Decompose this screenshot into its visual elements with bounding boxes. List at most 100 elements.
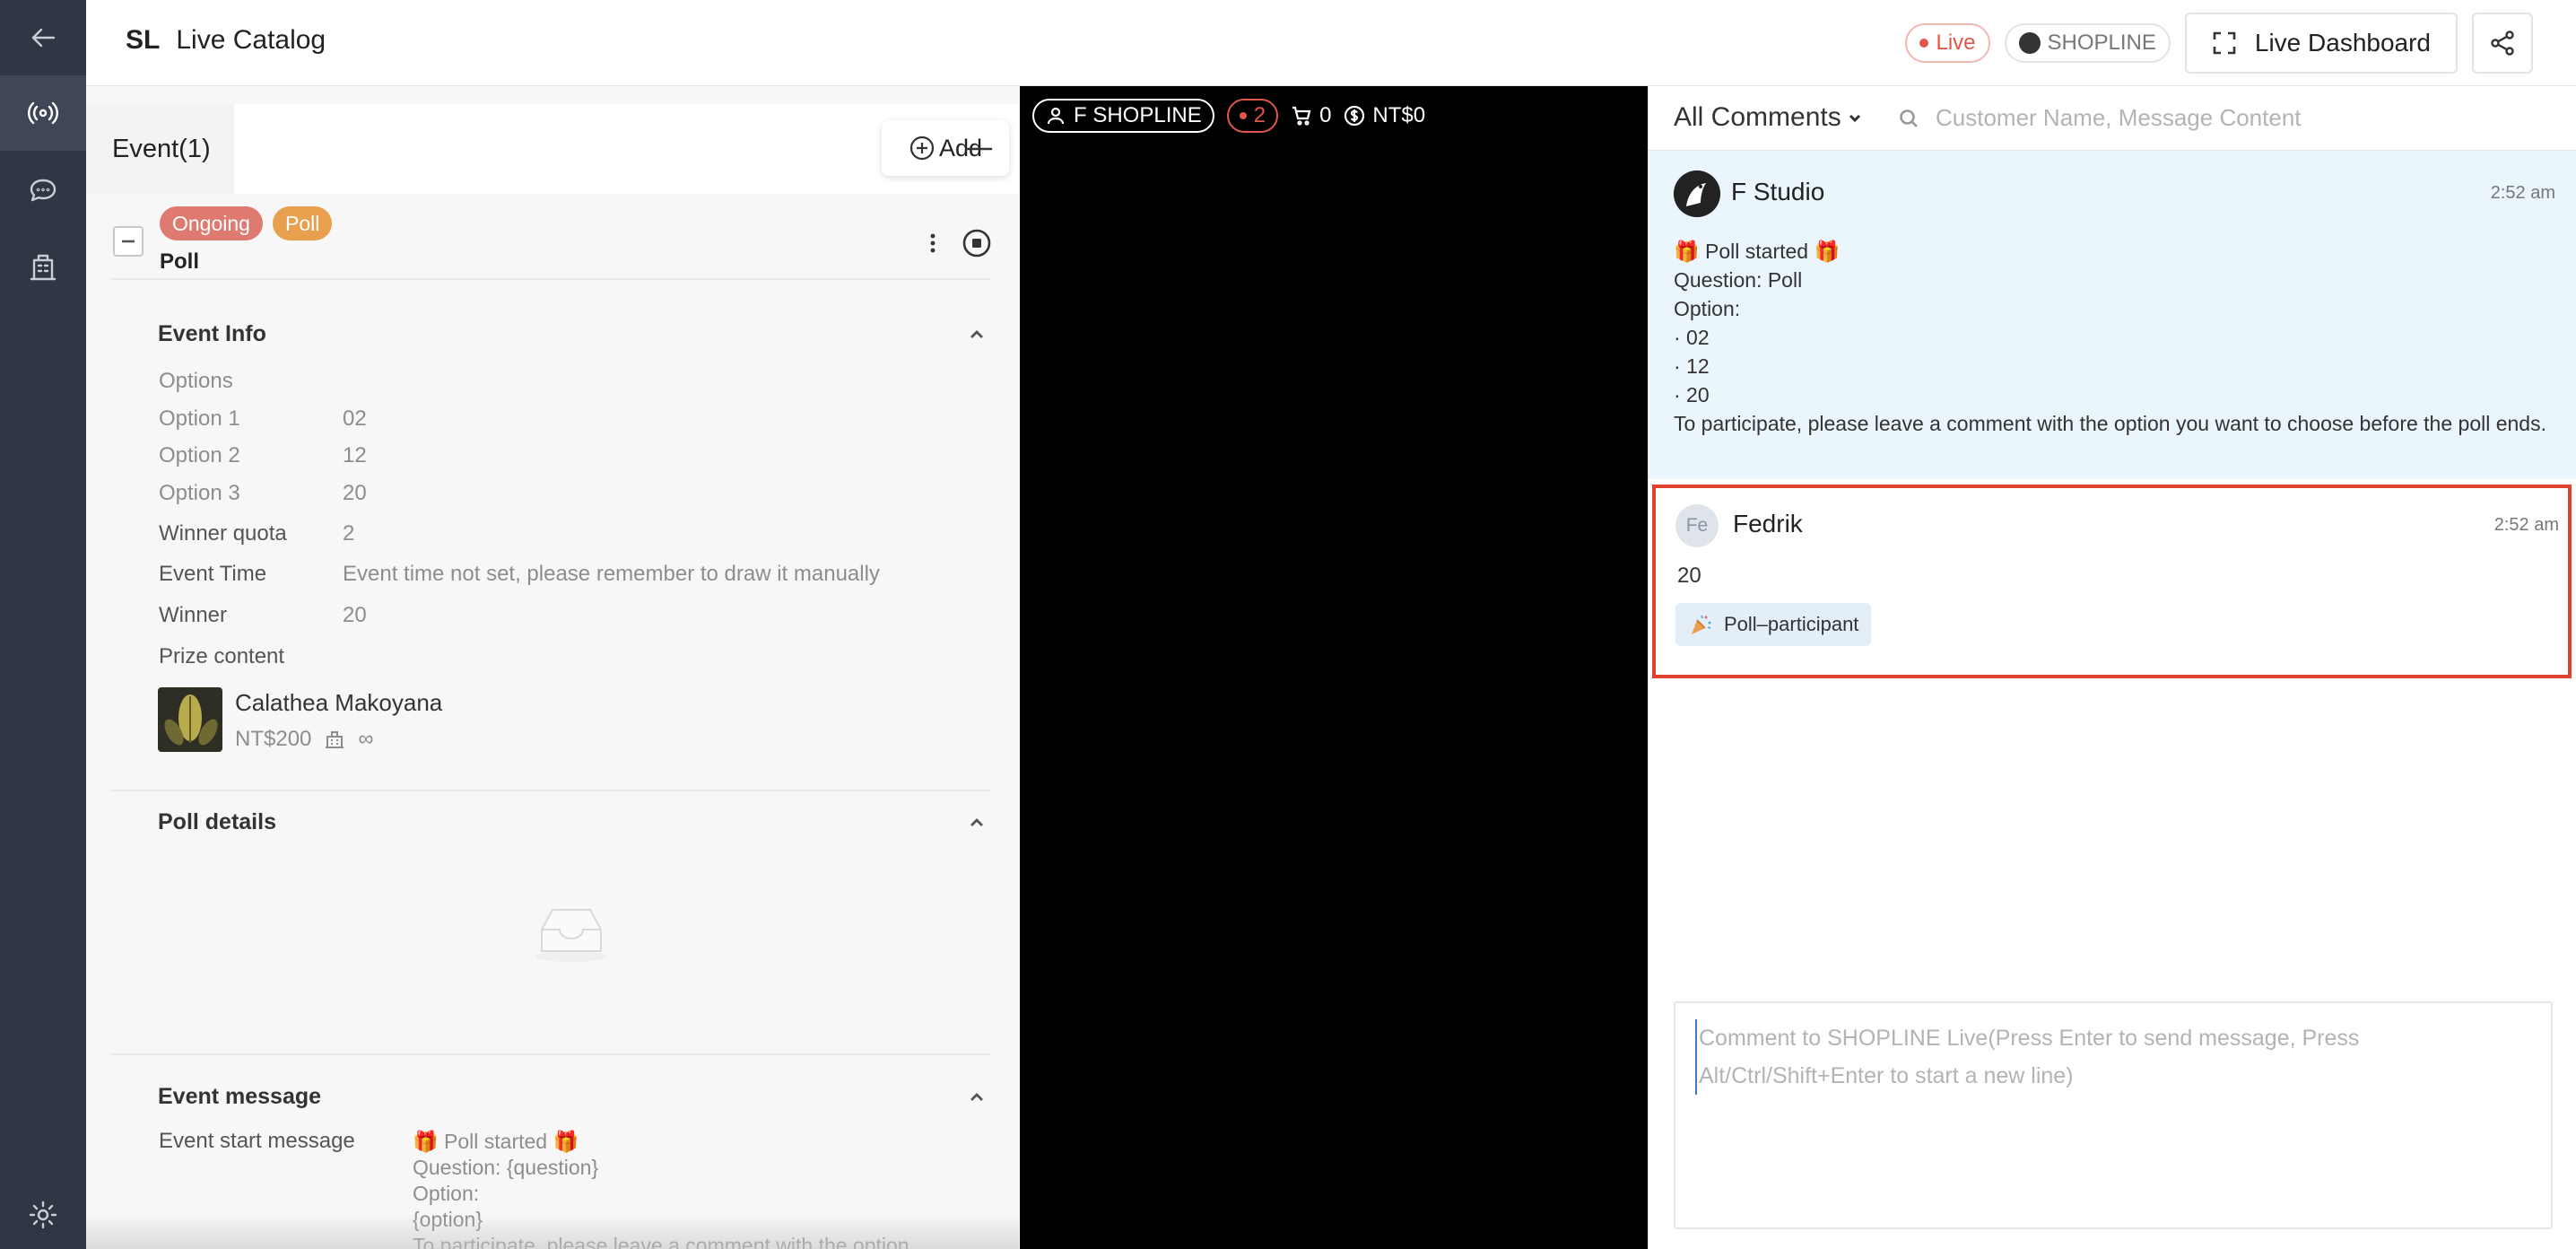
poll-participant-badge: Poll–participant — [1675, 603, 1872, 646]
winner-value: 20 — [343, 603, 367, 627]
chevron-up-icon — [970, 330, 983, 338]
user-icon — [1047, 107, 1065, 125]
live-dashboard-label: Live Dashboard — [2254, 29, 2431, 57]
event-message-toggle[interactable] — [965, 1086, 988, 1109]
comment-item-highlighted[interactable]: Fe Fedrik 2:52 am 20 Poll–participant — [1652, 485, 2572, 678]
party-popper-icon — [1692, 615, 1711, 634]
event-time-value: Event time not set, please remember to d… — [343, 562, 880, 586]
minus-icon — [966, 147, 993, 151]
comment-search-input[interactable]: Customer Name, Message Content — [1936, 104, 2302, 132]
comment-author: Fedrik — [1733, 510, 1803, 537]
search-icon — [1900, 109, 1918, 127]
comment-time: 2:52 am — [2490, 183, 2555, 203]
nav-store[interactable] — [0, 230, 86, 305]
sales-total: NT$0 — [1344, 103, 1425, 128]
plant-leaf-icon — [164, 694, 218, 746]
chat-bubble-icon — [30, 179, 57, 202]
event-info-toggle[interactable] — [965, 323, 988, 346]
host-name: F SHOPLINE — [1074, 103, 1202, 127]
expand-icon — [2213, 31, 2236, 55]
section-divider — [111, 1053, 990, 1055]
top-bar: SL Live Catalog Live SHOPLINE Live Dashbo… — [86, 0, 2576, 86]
event-tab[interactable]: Event(1) — [86, 104, 234, 194]
winner-quota-label: Winner quota — [159, 521, 287, 546]
event-panel: Event(1) Add Ongoing Poll Poll Event Inf… — [86, 104, 1019, 1249]
comments-header: All Comments Customer Name, Message Cont… — [1649, 86, 2576, 151]
store-icon — [30, 254, 57, 281]
viewer-count: 2 — [1253, 103, 1266, 127]
event-info-title: Event Info — [158, 321, 266, 346]
live-dot-icon — [1919, 39, 1929, 48]
platform-badge: SHOPLINE — [2004, 23, 2171, 63]
option-3-value: 20 — [343, 481, 367, 505]
prize-price: NT$200 — [235, 727, 312, 751]
cart-icon — [1292, 106, 1311, 126]
winner-quota-value: 2 — [343, 521, 355, 546]
option-3-label: Option 3 — [159, 481, 240, 505]
prize-name: Calathea Makoyana — [235, 689, 443, 716]
live-status-label: Live — [1936, 31, 1976, 55]
brand-avatar-icon — [1674, 170, 1720, 217]
comment-item[interactable]: F Studio 2:52 am 🎁 Poll started 🎁 Questi… — [1649, 151, 2576, 479]
prize-meta: NT$200 ∞ — [235, 727, 374, 752]
options-label: Options — [159, 369, 233, 393]
event-panel-header: Add — [234, 104, 1019, 194]
collapse-event-button[interactable] — [113, 226, 144, 257]
scroll-fade — [86, 1213, 1019, 1249]
viewer-count-badge: 2 — [1226, 99, 1279, 133]
gear-icon — [29, 1201, 57, 1229]
page-title: SL Live Catalog — [126, 25, 326, 56]
comment-text: 20 — [1677, 563, 1701, 588]
viewer-dot-icon — [1239, 112, 1247, 119]
chevron-down-icon — [1849, 114, 1860, 123]
nav-live[interactable] — [0, 75, 86, 151]
status-tag: Ongoing — [160, 206, 263, 240]
event-time-label: Event Time — [159, 562, 267, 586]
comment-compose-box[interactable]: Comment to SHOPLINE Live(Press Enter to … — [1674, 1001, 2553, 1229]
chevron-up-icon — [970, 1093, 983, 1101]
poll-details-title: Poll details — [158, 809, 276, 834]
nav-rail — [0, 0, 86, 1249]
nav-messages[interactable] — [0, 153, 86, 228]
host-badge: F SHOPLINE — [1032, 99, 1214, 133]
sales-total-value: NT$0 — [1372, 103, 1426, 127]
plus-circle-icon — [909, 135, 935, 161]
section-divider — [111, 790, 990, 791]
cart-count-value: 0 — [1319, 103, 1332, 127]
arrow-left-icon — [31, 28, 56, 48]
empty-inbox-icon — [531, 899, 612, 964]
cart-count: 0 — [1291, 103, 1331, 128]
page-title-text: Live Catalog — [176, 25, 326, 55]
poll-details-toggle[interactable] — [965, 811, 988, 834]
prize-content-label: Prize content — [159, 644, 285, 668]
stop-event-button[interactable] — [962, 228, 992, 258]
live-stats-bar: F SHOPLINE 2 0 NT$0 — [1032, 99, 1425, 133]
comment-compose-input[interactable]: Comment to SHOPLINE Live(Press Enter to … — [1695, 1019, 2502, 1095]
option-2-label: Option 2 — [159, 443, 240, 467]
comment-filter-label: All Comments — [1674, 102, 1841, 132]
comment-search[interactable]: Customer Name, Message Content — [1898, 104, 2302, 132]
comment-time: 2:52 am — [2493, 515, 2559, 535]
option-2-value: 12 — [343, 443, 367, 467]
share-button[interactable] — [2472, 13, 2533, 74]
platform-label: SHOPLINE — [2047, 31, 2156, 55]
avatar: Fe — [1675, 504, 1719, 547]
more-options-button[interactable] — [924, 228, 942, 258]
prize-stock: ∞ — [358, 727, 374, 751]
event-name: Poll — [160, 249, 200, 274]
live-dashboard-button[interactable]: Live Dashboard — [2184, 13, 2458, 74]
live-video-area: F SHOPLINE 2 0 NT$0 — [1020, 86, 1648, 1249]
share-icon — [2491, 31, 2514, 56]
comment-filter-dropdown[interactable]: All Comments — [1674, 102, 1863, 133]
poll-participant-label: Poll–participant — [1724, 613, 1859, 635]
live-status-badge: Live — [1905, 23, 1990, 63]
dollar-circle-icon — [1345, 105, 1365, 127]
nav-settings[interactable] — [0, 1181, 86, 1249]
minimize-button[interactable] — [962, 131, 997, 167]
prize-image — [158, 687, 222, 752]
stop-circle-icon — [962, 229, 991, 258]
back-button[interactable] — [0, 0, 86, 75]
comment-text: 🎁 Poll started 🎁 Question: Poll Option: … — [1674, 240, 2546, 435]
winner-label: Winner — [159, 603, 228, 627]
warehouse-icon — [326, 731, 344, 748]
